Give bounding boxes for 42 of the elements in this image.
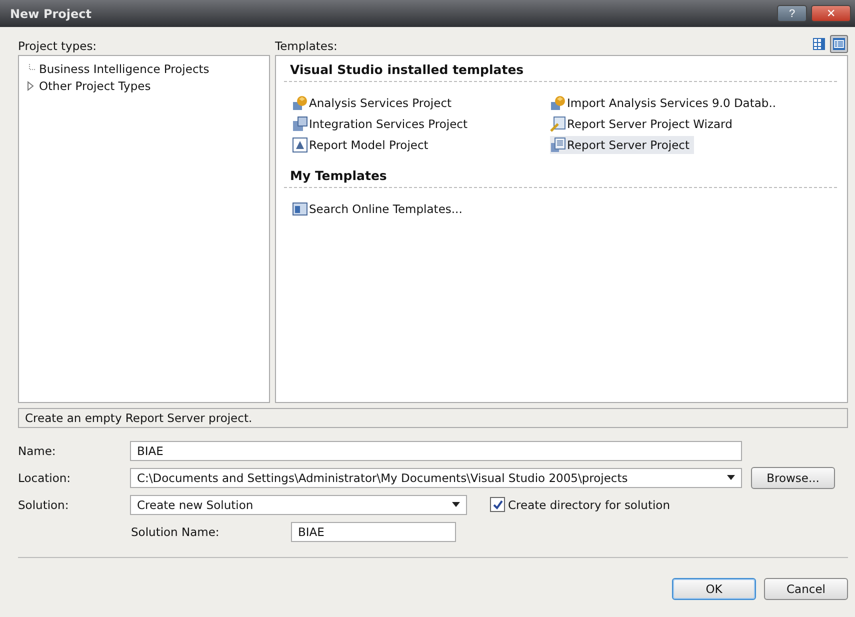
template-item[interactable]: Report Server Project — [550, 136, 694, 154]
cube-icon — [292, 95, 308, 111]
checkbox-label: Create directory for solution — [508, 498, 670, 512]
package-icon — [292, 116, 308, 132]
description-bar: Create an empty Report Server project. — [18, 408, 848, 428]
dropdown-arrow-icon[interactable] — [452, 502, 460, 507]
wizard-icon — [550, 116, 566, 132]
report-model-icon — [292, 137, 308, 153]
location-label: Location: — [18, 470, 72, 484]
tree-item[interactable]: Business Intelligence Projects — [37, 62, 212, 76]
location-dropdown[interactable]: C:\Documents and Settings\Administrator\My Documents\Visual Studio 2005\projects — [130, 468, 742, 488]
online-templates-icon — [292, 201, 308, 217]
browse-button[interactable]: Browse... — [751, 466, 835, 488]
solution-name-label: Solution Name: — [130, 524, 220, 538]
project-types-label: Project types: — [18, 39, 97, 53]
close-button[interactable]: ✕ — [811, 5, 851, 22]
checkbox[interactable] — [490, 497, 505, 512]
group-heading: My Templates — [284, 162, 837, 188]
solution-dropdown[interactable]: Create new Solution — [130, 494, 467, 514]
ok-button[interactable]: OK — [672, 578, 756, 600]
name-field[interactable]: BIAE — [130, 440, 742, 460]
expand-icon[interactable] — [25, 80, 35, 90]
large-icons-view-button[interactable] — [810, 35, 828, 53]
small-icons-view-button[interactable] — [830, 35, 848, 53]
help-button[interactable]: ? — [777, 5, 807, 22]
dropdown-arrow-icon[interactable] — [727, 475, 735, 480]
window-title: New Project — [10, 6, 93, 20]
name-label: Name: — [18, 444, 57, 458]
cancel-button[interactable]: Cancel — [764, 578, 848, 600]
template-item[interactable]: Search Online Templates... — [292, 200, 466, 218]
group-heading: Visual Studio installed templates — [284, 56, 837, 82]
template-item[interactable]: Report Server Project Wizard — [550, 115, 736, 133]
templates-label: Templates: — [275, 39, 338, 53]
template-item[interactable]: Report Model Project — [292, 136, 432, 154]
template-item[interactable]: Import Analysis Services 9.0 Datab.. — [550, 94, 780, 112]
template-item[interactable]: Integration Services Project — [292, 115, 472, 133]
tree-item[interactable]: Other Project Types — [37, 78, 153, 92]
solution-name-field[interactable]: BIAE — [291, 522, 456, 542]
template-item[interactable]: Analysis Services Project — [292, 94, 456, 112]
cube-icon — [550, 95, 566, 111]
report-icon — [550, 137, 566, 153]
solution-label: Solution: — [18, 498, 70, 512]
